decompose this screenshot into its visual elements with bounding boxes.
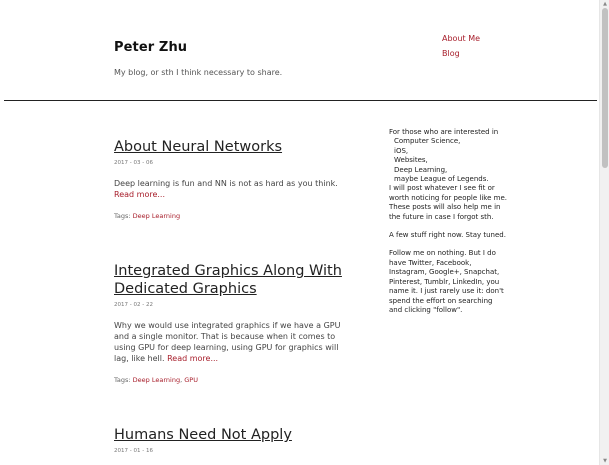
post-title-line: Integrated Graphics Along With xyxy=(114,263,342,279)
scroll-down-arrow-icon[interactable]: ▼ xyxy=(602,458,608,464)
tags-label: Tags: xyxy=(114,376,131,384)
site-title[interactable]: Peter Zhu xyxy=(114,40,187,55)
sidebar-intro: For those who are interested in xyxy=(389,128,499,136)
tag-link-gpu[interactable]: GPU xyxy=(184,376,198,384)
header-divider xyxy=(4,100,597,101)
post-title-link[interactable]: About Neural Networks xyxy=(114,138,354,156)
post-excerpt-text: Deep learning is fun and NN is not as ha… xyxy=(114,179,338,188)
post-excerpt: Deep learning is fun and NN is not as ha… xyxy=(114,178,354,200)
scroll-up-arrow-icon[interactable]: ▲ xyxy=(602,1,608,7)
tags-label: Tags: xyxy=(114,212,131,220)
tag-link-deep-learning[interactable]: Deep Learning xyxy=(133,376,180,384)
post-excerpt: Why we would use integrated graphics if … xyxy=(114,320,354,364)
sidebar-interests: For those who are interested in Computer… xyxy=(389,128,507,222)
post-title-link[interactable]: Integrated Graphics Along With Dedicated… xyxy=(114,262,354,298)
site-description: My blog, or sth I think necessary to sha… xyxy=(114,68,283,77)
interest-item: Deep Learning, xyxy=(394,165,448,174)
site-header: Peter Zhu My blog, or sth I think necess… xyxy=(0,0,609,101)
sidebar: For those who are interested in Computer… xyxy=(389,128,507,324)
interest-item: Computer Science, xyxy=(394,137,461,146)
interest-item: maybe League of Legends. xyxy=(394,175,489,184)
tag-link-deep-learning[interactable]: Deep Learning xyxy=(133,212,180,220)
post-item: About Neural Networks 2017 - 03 - 06 Dee… xyxy=(114,138,354,220)
post-title-line: Dedicated Graphics xyxy=(114,281,257,297)
post-date: 2017 - 03 - 06 xyxy=(114,160,153,166)
post-date: 2017 - 02 - 22 xyxy=(114,302,153,308)
post-tags: Tags: Deep Learning, GPU xyxy=(114,376,354,384)
post-title-link[interactable]: Humans Need Not Apply xyxy=(114,426,354,444)
scrollbar-thumb[interactable] xyxy=(602,8,608,168)
read-more-link[interactable]: Read more... xyxy=(167,354,218,363)
nav-link-about-me[interactable]: About Me xyxy=(442,31,480,46)
post-item: Integrated Graphics Along With Dedicated… xyxy=(114,262,354,384)
sidebar-stuff-note: A few stuff right now. Stay tuned. xyxy=(389,231,506,240)
nav-link-blog[interactable]: Blog xyxy=(442,46,480,61)
site-nav: About Me Blog xyxy=(442,31,480,61)
sidebar-follow-note: Follow me on nothing. But I do have Twit… xyxy=(389,249,504,314)
post-excerpt-text: Why we would use integrated graphics if … xyxy=(114,321,341,363)
post-item: Humans Need Not Apply 2017 - 01 - 16 xyxy=(114,426,354,454)
post-tags: Tags: Deep Learning xyxy=(114,212,354,220)
vertical-scrollbar[interactable]: ▲ ▼ xyxy=(599,0,609,465)
interest-item: iOS, xyxy=(394,146,409,155)
interest-item: Websites, xyxy=(394,156,428,165)
post-date: 2017 - 01 - 16 xyxy=(114,448,153,454)
sidebar-post-note: I will post whatever I see fit or worth … xyxy=(389,184,507,221)
read-more-link[interactable]: Read more... xyxy=(114,190,165,199)
